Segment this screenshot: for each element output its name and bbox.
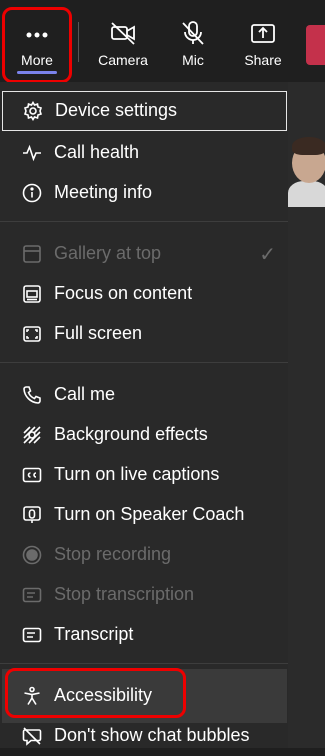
transcript-icon — [22, 627, 42, 643]
menu-item-live-captions[interactable]: Turn on live captions — [0, 455, 288, 495]
checkmark-icon: ✓ — [259, 244, 276, 266]
menu-item-call-health[interactable]: Call health — [0, 133, 288, 173]
leave-button[interactable] — [306, 25, 325, 65]
more-dots-icon — [26, 32, 48, 38]
menu-item-chat-bubbles[interactable]: Don't show chat bubbles — [0, 716, 288, 756]
menu-item-gallery-at-top: Gallery at top ✓ — [0, 234, 288, 274]
background-effects-icon — [23, 426, 41, 444]
menu-item-label: Stop transcription — [54, 584, 195, 604]
transcription-icon — [22, 587, 42, 603]
menu-item-label: Meeting info — [54, 182, 153, 202]
menu-item-label: Call health — [54, 142, 140, 162]
record-icon — [22, 545, 42, 565]
menu-item-label: Turn on live captions — [54, 464, 220, 484]
menu-item-stop-recording: Stop recording — [0, 535, 288, 575]
menu-item-call-me[interactable]: Call me — [0, 375, 288, 415]
menu-item-label: Background effects — [54, 424, 208, 444]
mic-button[interactable]: Mic — [163, 10, 223, 76]
menu-item-device-settings[interactable]: Device settings — [2, 91, 287, 131]
menu-item-label: Stop recording — [54, 544, 172, 564]
mic-off-icon — [182, 21, 204, 45]
menu-item-label: Focus on content — [54, 283, 193, 303]
menu-item-label: Full screen — [54, 323, 143, 343]
gear-icon — [23, 101, 43, 121]
info-icon — [22, 183, 42, 203]
focus-icon — [23, 285, 41, 303]
more-label: More — [21, 52, 53, 68]
camera-label: Camera — [98, 52, 148, 68]
menu-item-full-screen[interactable]: Full screen — [0, 314, 288, 354]
share-icon — [251, 24, 275, 43]
menu-item-stop-transcription: Stop transcription — [0, 575, 288, 615]
active-indicator — [17, 71, 57, 74]
speaker-coach-icon — [23, 506, 41, 523]
menu-item-label: Turn on Speaker Coach — [54, 504, 245, 524]
menu-item-meeting-info[interactable]: Meeting info — [0, 173, 288, 213]
gallery-icon — [23, 245, 41, 263]
meeting-toolbar: More Camera Mic Share — [0, 0, 325, 83]
share-button[interactable]: Share — [233, 10, 293, 76]
menu-divider — [0, 221, 288, 222]
fullscreen-icon — [23, 326, 41, 342]
menu-item-focus-on-content[interactable]: Focus on content — [0, 274, 288, 314]
menu-divider — [0, 362, 288, 363]
menu-item-speaker-coach[interactable]: Turn on Speaker Coach — [0, 495, 288, 535]
share-label: Share — [244, 52, 282, 68]
chat-bubble-off-icon — [22, 727, 42, 746]
menu-divider — [0, 663, 288, 664]
menu-item-transcript[interactable]: Transcript — [0, 615, 288, 655]
menu-item-label: Gallery at top — [54, 243, 162, 263]
toolbar-divider — [78, 22, 79, 62]
participant-avatar — [288, 133, 325, 207]
highlight-annotation-ring — [5, 668, 186, 718]
camera-button[interactable]: Camera — [93, 10, 153, 76]
captions-icon — [22, 467, 42, 483]
mic-label: Mic — [182, 52, 204, 68]
camera-off-icon — [111, 22, 135, 45]
more-button[interactable]: More — [2, 7, 72, 83]
menu-item-label: Call me — [54, 384, 116, 404]
menu-item-label: Don't show chat bubbles — [54, 725, 250, 745]
menu-item-label: Device settings — [55, 100, 178, 120]
menu-item-background-effects[interactable]: Background effects — [0, 415, 288, 455]
pulse-icon — [23, 144, 41, 162]
menu-item-label: Transcript — [54, 624, 134, 644]
phone-icon — [23, 386, 41, 404]
